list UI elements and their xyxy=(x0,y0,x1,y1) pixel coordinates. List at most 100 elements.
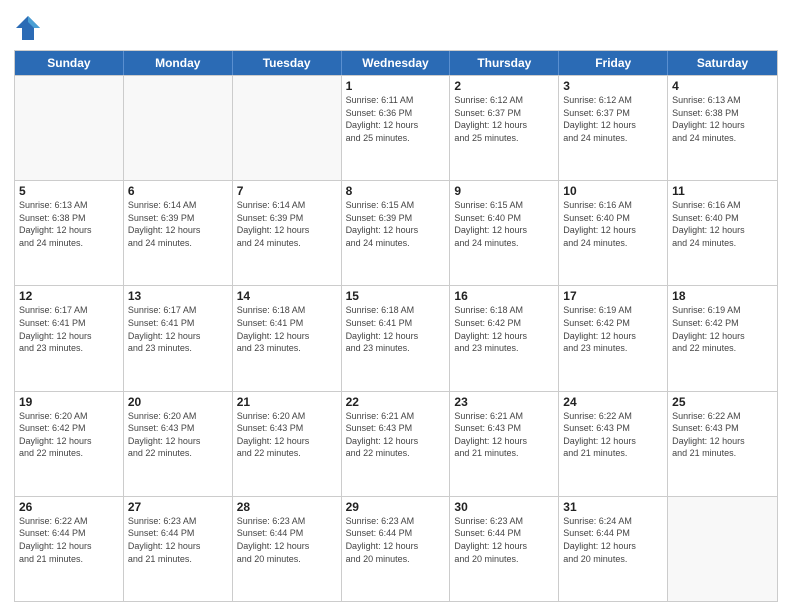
day-header-sunday: Sunday xyxy=(15,51,124,75)
cell-day-number: 7 xyxy=(237,184,337,198)
week-row-4: 19Sunrise: 6:20 AM Sunset: 6:42 PM Dayli… xyxy=(15,391,777,496)
cell-info: Sunrise: 6:19 AM Sunset: 6:42 PM Dayligh… xyxy=(563,304,663,354)
cell-day-number: 19 xyxy=(19,395,119,409)
day-cell-11: 11Sunrise: 6:16 AM Sunset: 6:40 PM Dayli… xyxy=(668,181,777,285)
logo xyxy=(14,14,46,42)
cell-info: Sunrise: 6:19 AM Sunset: 6:42 PM Dayligh… xyxy=(672,304,773,354)
day-headers: SundayMondayTuesdayWednesdayThursdayFrid… xyxy=(15,51,777,75)
cell-day-number: 11 xyxy=(672,184,773,198)
day-cell-24: 24Sunrise: 6:22 AM Sunset: 6:43 PM Dayli… xyxy=(559,392,668,496)
week-row-5: 26Sunrise: 6:22 AM Sunset: 6:44 PM Dayli… xyxy=(15,496,777,601)
day-header-wednesday: Wednesday xyxy=(342,51,451,75)
day-cell-29: 29Sunrise: 6:23 AM Sunset: 6:44 PM Dayli… xyxy=(342,497,451,601)
logo-icon xyxy=(14,14,42,42)
cell-day-number: 14 xyxy=(237,289,337,303)
cell-info: Sunrise: 6:24 AM Sunset: 6:44 PM Dayligh… xyxy=(563,515,663,565)
day-cell-27: 27Sunrise: 6:23 AM Sunset: 6:44 PM Dayli… xyxy=(124,497,233,601)
cell-info: Sunrise: 6:22 AM Sunset: 6:43 PM Dayligh… xyxy=(563,410,663,460)
day-header-friday: Friday xyxy=(559,51,668,75)
day-header-tuesday: Tuesday xyxy=(233,51,342,75)
cell-info: Sunrise: 6:20 AM Sunset: 6:43 PM Dayligh… xyxy=(237,410,337,460)
day-cell-6: 6Sunrise: 6:14 AM Sunset: 6:39 PM Daylig… xyxy=(124,181,233,285)
day-header-saturday: Saturday xyxy=(668,51,777,75)
cell-day-number: 6 xyxy=(128,184,228,198)
day-cell-28: 28Sunrise: 6:23 AM Sunset: 6:44 PM Dayli… xyxy=(233,497,342,601)
cell-day-number: 27 xyxy=(128,500,228,514)
cell-day-number: 16 xyxy=(454,289,554,303)
cell-info: Sunrise: 6:18 AM Sunset: 6:41 PM Dayligh… xyxy=(237,304,337,354)
day-cell-14: 14Sunrise: 6:18 AM Sunset: 6:41 PM Dayli… xyxy=(233,286,342,390)
day-cell-16: 16Sunrise: 6:18 AM Sunset: 6:42 PM Dayli… xyxy=(450,286,559,390)
day-cell-4: 4Sunrise: 6:13 AM Sunset: 6:38 PM Daylig… xyxy=(668,76,777,180)
cell-day-number: 9 xyxy=(454,184,554,198)
cell-info: Sunrise: 6:17 AM Sunset: 6:41 PM Dayligh… xyxy=(19,304,119,354)
day-cell-20: 20Sunrise: 6:20 AM Sunset: 6:43 PM Dayli… xyxy=(124,392,233,496)
empty-cell xyxy=(668,497,777,601)
day-cell-18: 18Sunrise: 6:19 AM Sunset: 6:42 PM Dayli… xyxy=(668,286,777,390)
empty-cell xyxy=(15,76,124,180)
cell-day-number: 15 xyxy=(346,289,446,303)
empty-cell xyxy=(124,76,233,180)
day-cell-19: 19Sunrise: 6:20 AM Sunset: 6:42 PM Dayli… xyxy=(15,392,124,496)
day-cell-23: 23Sunrise: 6:21 AM Sunset: 6:43 PM Dayli… xyxy=(450,392,559,496)
cell-day-number: 18 xyxy=(672,289,773,303)
cell-info: Sunrise: 6:16 AM Sunset: 6:40 PM Dayligh… xyxy=(563,199,663,249)
week-row-3: 12Sunrise: 6:17 AM Sunset: 6:41 PM Dayli… xyxy=(15,285,777,390)
day-cell-7: 7Sunrise: 6:14 AM Sunset: 6:39 PM Daylig… xyxy=(233,181,342,285)
page: SundayMondayTuesdayWednesdayThursdayFrid… xyxy=(0,0,792,612)
cell-info: Sunrise: 6:23 AM Sunset: 6:44 PM Dayligh… xyxy=(237,515,337,565)
cell-info: Sunrise: 6:15 AM Sunset: 6:39 PM Dayligh… xyxy=(346,199,446,249)
day-cell-31: 31Sunrise: 6:24 AM Sunset: 6:44 PM Dayli… xyxy=(559,497,668,601)
cell-info: Sunrise: 6:15 AM Sunset: 6:40 PM Dayligh… xyxy=(454,199,554,249)
cell-day-number: 8 xyxy=(346,184,446,198)
cell-day-number: 2 xyxy=(454,79,554,93)
cell-info: Sunrise: 6:20 AM Sunset: 6:42 PM Dayligh… xyxy=(19,410,119,460)
cell-day-number: 13 xyxy=(128,289,228,303)
day-cell-1: 1Sunrise: 6:11 AM Sunset: 6:36 PM Daylig… xyxy=(342,76,451,180)
day-cell-21: 21Sunrise: 6:20 AM Sunset: 6:43 PM Dayli… xyxy=(233,392,342,496)
cell-day-number: 5 xyxy=(19,184,119,198)
empty-cell xyxy=(233,76,342,180)
cell-info: Sunrise: 6:13 AM Sunset: 6:38 PM Dayligh… xyxy=(19,199,119,249)
cell-info: Sunrise: 6:23 AM Sunset: 6:44 PM Dayligh… xyxy=(346,515,446,565)
day-cell-10: 10Sunrise: 6:16 AM Sunset: 6:40 PM Dayli… xyxy=(559,181,668,285)
day-cell-25: 25Sunrise: 6:22 AM Sunset: 6:43 PM Dayli… xyxy=(668,392,777,496)
cell-day-number: 22 xyxy=(346,395,446,409)
cell-info: Sunrise: 6:20 AM Sunset: 6:43 PM Dayligh… xyxy=(128,410,228,460)
cell-info: Sunrise: 6:22 AM Sunset: 6:44 PM Dayligh… xyxy=(19,515,119,565)
cell-info: Sunrise: 6:14 AM Sunset: 6:39 PM Dayligh… xyxy=(128,199,228,249)
cell-day-number: 23 xyxy=(454,395,554,409)
cell-day-number: 24 xyxy=(563,395,663,409)
day-cell-13: 13Sunrise: 6:17 AM Sunset: 6:41 PM Dayli… xyxy=(124,286,233,390)
cell-info: Sunrise: 6:18 AM Sunset: 6:41 PM Dayligh… xyxy=(346,304,446,354)
cell-day-number: 25 xyxy=(672,395,773,409)
cell-info: Sunrise: 6:22 AM Sunset: 6:43 PM Dayligh… xyxy=(672,410,773,460)
cell-info: Sunrise: 6:17 AM Sunset: 6:41 PM Dayligh… xyxy=(128,304,228,354)
day-cell-15: 15Sunrise: 6:18 AM Sunset: 6:41 PM Dayli… xyxy=(342,286,451,390)
weeks: 1Sunrise: 6:11 AM Sunset: 6:36 PM Daylig… xyxy=(15,75,777,601)
cell-info: Sunrise: 6:23 AM Sunset: 6:44 PM Dayligh… xyxy=(128,515,228,565)
cell-info: Sunrise: 6:16 AM Sunset: 6:40 PM Dayligh… xyxy=(672,199,773,249)
calendar: SundayMondayTuesdayWednesdayThursdayFrid… xyxy=(14,50,778,602)
cell-info: Sunrise: 6:14 AM Sunset: 6:39 PM Dayligh… xyxy=(237,199,337,249)
day-cell-22: 22Sunrise: 6:21 AM Sunset: 6:43 PM Dayli… xyxy=(342,392,451,496)
cell-info: Sunrise: 6:21 AM Sunset: 6:43 PM Dayligh… xyxy=(346,410,446,460)
cell-day-number: 31 xyxy=(563,500,663,514)
week-row-1: 1Sunrise: 6:11 AM Sunset: 6:36 PM Daylig… xyxy=(15,75,777,180)
cell-info: Sunrise: 6:12 AM Sunset: 6:37 PM Dayligh… xyxy=(454,94,554,144)
cell-info: Sunrise: 6:21 AM Sunset: 6:43 PM Dayligh… xyxy=(454,410,554,460)
day-cell-3: 3Sunrise: 6:12 AM Sunset: 6:37 PM Daylig… xyxy=(559,76,668,180)
day-cell-30: 30Sunrise: 6:23 AM Sunset: 6:44 PM Dayli… xyxy=(450,497,559,601)
week-row-2: 5Sunrise: 6:13 AM Sunset: 6:38 PM Daylig… xyxy=(15,180,777,285)
cell-day-number: 29 xyxy=(346,500,446,514)
day-cell-12: 12Sunrise: 6:17 AM Sunset: 6:41 PM Dayli… xyxy=(15,286,124,390)
day-cell-2: 2Sunrise: 6:12 AM Sunset: 6:37 PM Daylig… xyxy=(450,76,559,180)
day-header-monday: Monday xyxy=(124,51,233,75)
day-cell-5: 5Sunrise: 6:13 AM Sunset: 6:38 PM Daylig… xyxy=(15,181,124,285)
cell-day-number: 17 xyxy=(563,289,663,303)
cell-day-number: 12 xyxy=(19,289,119,303)
header xyxy=(14,10,778,42)
cell-day-number: 10 xyxy=(563,184,663,198)
cell-day-number: 1 xyxy=(346,79,446,93)
day-header-thursday: Thursday xyxy=(450,51,559,75)
